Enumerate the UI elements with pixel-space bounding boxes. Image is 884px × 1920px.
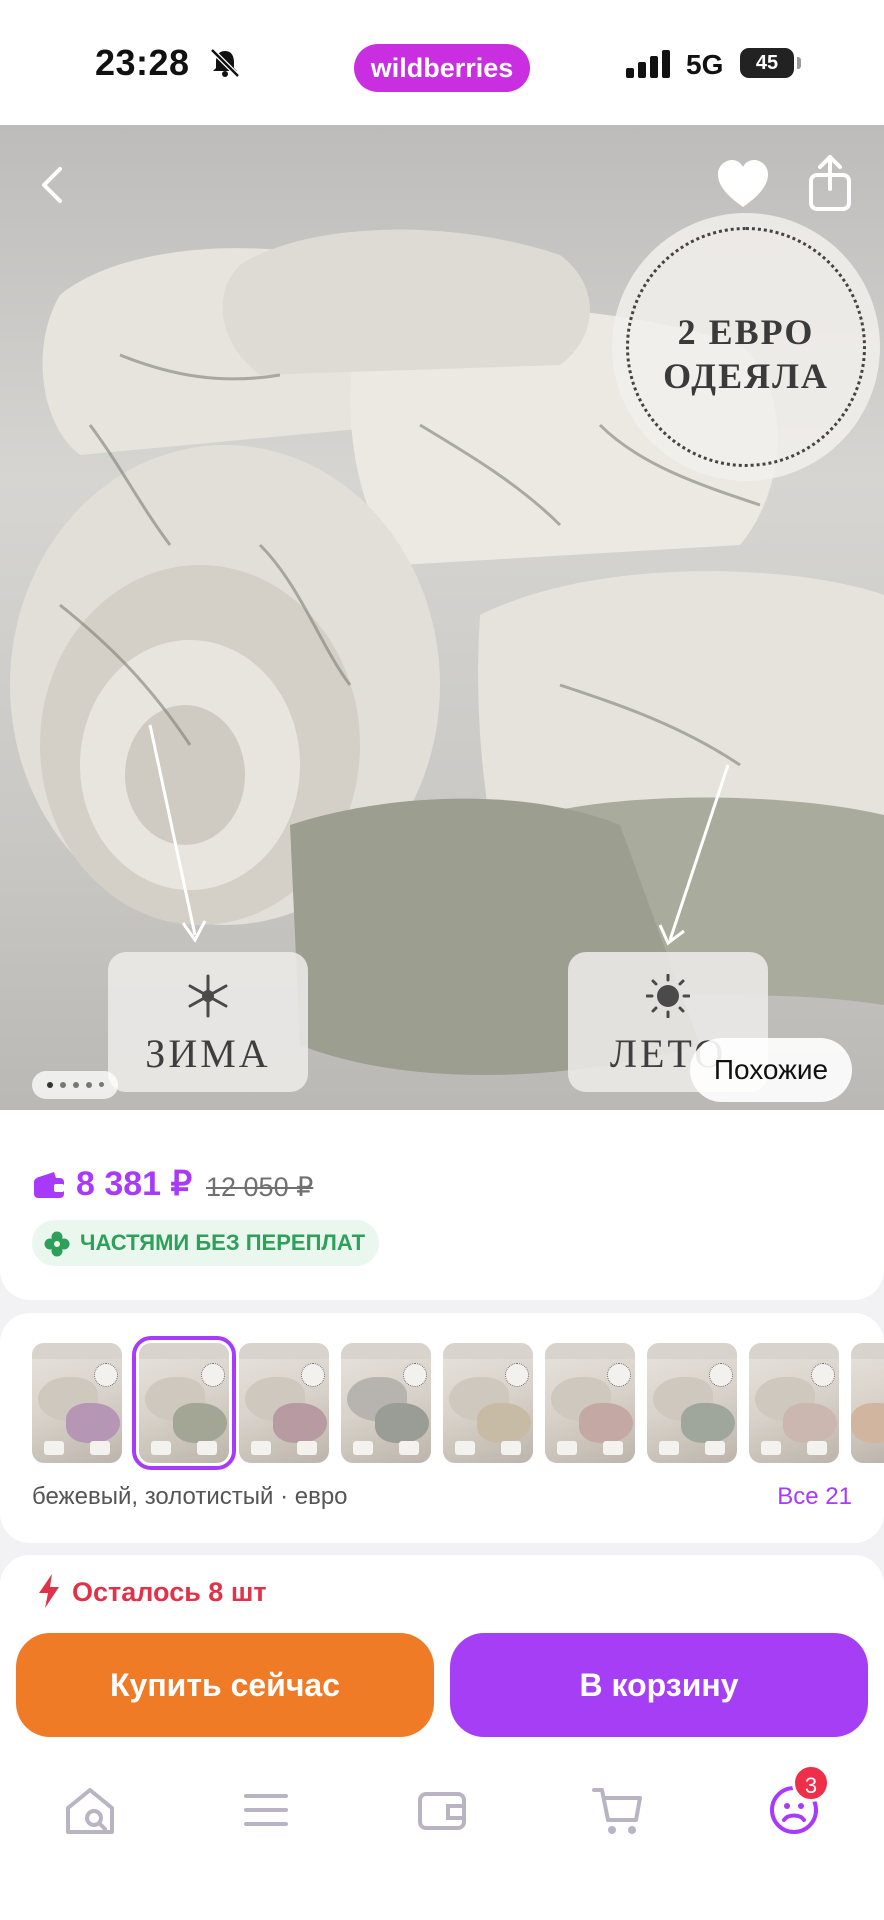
pagination-dot	[73, 1082, 79, 1088]
menu-icon[interactable]	[236, 1780, 296, 1840]
signal-icon	[626, 50, 670, 78]
promo-badge: 2 ЕВРО ОДЕЯЛА	[612, 213, 880, 481]
lightning-icon	[39, 1574, 59, 1608]
profile-notification-badge: 3	[792, 1764, 830, 1802]
battery-icon: 45	[740, 48, 794, 78]
sun-icon	[646, 974, 690, 1018]
variant-thumbnail[interactable]	[341, 1343, 431, 1463]
pagination-dot	[99, 1082, 104, 1087]
battery-tip	[797, 57, 801, 69]
variant-thumbnail[interactable]	[647, 1343, 737, 1463]
wallet-icon[interactable]	[412, 1780, 472, 1840]
variant-description: бежевый, золотистый · евро	[32, 1483, 348, 1510]
clover-icon	[44, 1231, 70, 1257]
variant-thumbnail[interactable]	[545, 1343, 635, 1463]
promo-badge-line2: ОДЕЯЛА	[663, 356, 829, 396]
stock-remaining: Осталось 8 шт	[72, 1577, 267, 1607]
installment-text: ЧАСТЯМИ БЕЗ ПЕРЕПЛАТ	[80, 1230, 366, 1255]
brand-logo: wildberries	[354, 44, 530, 92]
pagination-dot	[86, 1082, 92, 1088]
heart-icon[interactable]	[715, 157, 771, 213]
variant-thumbnail[interactable]	[32, 1343, 122, 1463]
promo-badge-line1: 2 ЕВРО	[677, 312, 815, 352]
snowflake-icon	[188, 974, 228, 1018]
bottom-navigation: 3	[0, 1740, 884, 1920]
gallery-pagination	[32, 1071, 118, 1099]
similar-button[interactable]: Похожие	[690, 1038, 852, 1102]
cart-icon[interactable]	[588, 1780, 648, 1840]
product-image-gallery[interactable]: 2 ЕВРО ОДЕЯЛА ЗИМА ЛЕТО Похожие	[0, 125, 884, 1135]
variant-thumbnail[interactable]	[239, 1343, 329, 1463]
variants-card: бежевый, золотистый · евро Все 21	[0, 1313, 884, 1543]
status-bar: 23:28 wildberries 5G 45	[0, 0, 884, 125]
variant-thumbnail[interactable]	[443, 1343, 533, 1463]
season-winter-label: ЗИМА	[108, 952, 308, 1092]
season-winter-text: ЗИМА	[145, 1031, 271, 1076]
price-card: 8 381 ₽ 12 050 ₽ ЧАСТЯМИ БЕЗ ПЕРЕПЛАТ	[0, 1110, 884, 1300]
add-to-cart-button[interactable]: В корзину	[450, 1633, 868, 1737]
status-time: 23:28	[95, 42, 190, 83]
bell-muted-icon	[210, 48, 240, 78]
buy-now-button[interactable]: Купить сейчас	[16, 1633, 434, 1737]
variant-thumbnail-selected[interactable]	[132, 1336, 236, 1470]
share-icon[interactable]	[805, 153, 855, 213]
all-variants-link[interactable]: Все 21	[777, 1483, 852, 1511]
back-icon[interactable]	[30, 155, 74, 215]
installment-badge[interactable]: ЧАСТЯМИ БЕЗ ПЕРЕПЛАТ	[32, 1220, 380, 1266]
home-search-icon[interactable]	[60, 1780, 120, 1840]
network-type: 5G	[686, 49, 724, 80]
variant-thumbnail[interactable]	[749, 1343, 839, 1463]
wallet-icon	[34, 1172, 64, 1198]
variant-thumbnail[interactable]	[851, 1343, 884, 1463]
current-price: 8 381 ₽	[76, 1165, 193, 1203]
old-price: 12 050 ₽	[206, 1172, 314, 1202]
pagination-dot	[47, 1082, 53, 1088]
pagination-dot	[60, 1082, 66, 1088]
